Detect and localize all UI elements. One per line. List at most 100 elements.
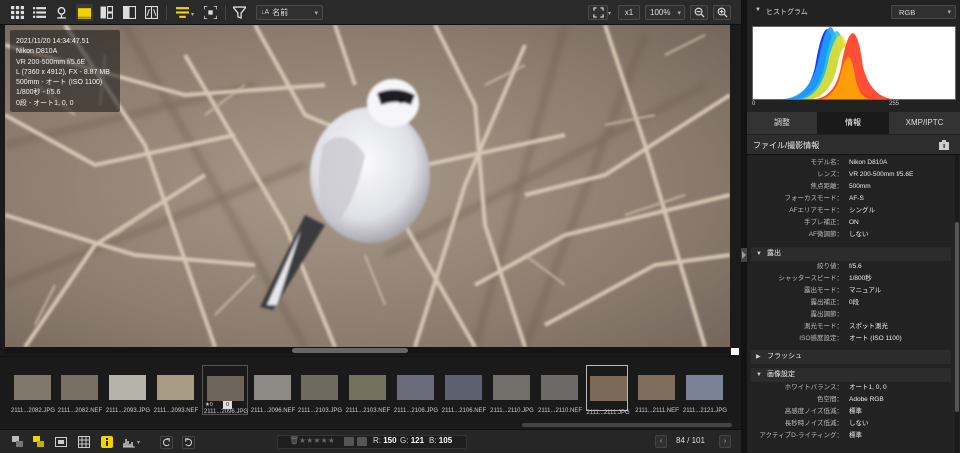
before-after-icon[interactable] xyxy=(143,4,160,21)
thumbnail-image xyxy=(541,375,578,400)
bottom-status-bar: ▾ 🗑 ★★★★★ R: 150 G: 121 B: 105 ‹ 84 / 10… xyxy=(0,429,741,453)
scroll-corner xyxy=(731,348,739,355)
tab-adjust[interactable]: 調整 xyxy=(747,112,818,134)
chevron-down-icon: ▾ xyxy=(947,9,951,16)
filmstrip-thumbnail[interactable]: 2111...2103.NEF xyxy=(345,368,391,420)
split-view-icon[interactable] xyxy=(121,4,138,21)
focus-point-icon[interactable] xyxy=(202,4,219,21)
collapse-triangle-icon[interactable]: ▼ xyxy=(755,7,761,13)
star-rating[interactable]: ★★★★★ xyxy=(299,436,335,445)
info-row-exposure-comp: 露出補正： 0段 xyxy=(751,297,947,309)
trash-icon[interactable]: 🗑 xyxy=(289,436,299,445)
info-value: 標準 xyxy=(849,408,862,415)
thumbnail-image xyxy=(590,376,627,401)
exposure-section-header[interactable]: ▼ 露出 xyxy=(751,247,951,261)
info-key: AFエリアモード： xyxy=(789,207,843,214)
thumbnail-label: 2111...2106.JPG xyxy=(393,408,439,414)
viewer-mode-icon[interactable] xyxy=(76,4,93,21)
zoom-level-select[interactable]: 100% ▾ xyxy=(645,5,685,20)
filmstrip-thumbnail[interactable]: 2111...2110.NEF xyxy=(537,368,583,420)
chevron-down-icon[interactable]: ▾ xyxy=(191,11,194,18)
chevron-right-icon: › xyxy=(723,438,727,445)
zoom-in-icon xyxy=(717,7,728,18)
chevron-down-icon[interactable]: ▾ xyxy=(608,10,611,17)
thumbnail-label: 2111...2093.NEF xyxy=(153,408,199,414)
flash-title: フラッシュ xyxy=(767,353,802,360)
filmstrip-thumbnail[interactable]: 2111...2106.JPG xyxy=(393,368,439,420)
histogram-axis-max: 255 xyxy=(889,101,900,107)
page-total: 101 xyxy=(691,436,705,445)
overlay-image-size: L (7360 x 4912), FX - 8.87 MB xyxy=(16,68,110,76)
filmstrip-scrollbar[interactable] xyxy=(522,423,732,427)
filmstrip-thumbnail-selected[interactable]: 2111...2111.JPG xyxy=(586,365,630,416)
zoom-out-button[interactable] xyxy=(690,5,708,20)
protect-box[interactable] xyxy=(357,437,367,446)
highlight-warning-icon[interactable] xyxy=(174,4,191,21)
next-image-button[interactable]: › xyxy=(719,435,731,448)
info-value: Adobe RGB xyxy=(849,396,884,403)
multi-window-icon[interactable] xyxy=(12,436,24,448)
label-filter-icon[interactable] xyxy=(33,436,45,448)
tab-xmp-iptc[interactable]: XMP/IPTC xyxy=(889,112,960,134)
tab-info[interactable]: 情報 xyxy=(818,112,889,134)
rotate-left-button[interactable] xyxy=(160,436,173,449)
thumbnail-label: 2111...2111.JPG xyxy=(586,410,630,416)
info-value: AF-S xyxy=(849,195,864,202)
info-key: レンズ： xyxy=(817,171,843,178)
info-value: オート (ISO 1100) xyxy=(849,335,902,342)
info-panel-scroll-thumb[interactable] xyxy=(955,222,959,412)
info-value: スポット測光 xyxy=(849,323,888,330)
info-key: フォーカスモード： xyxy=(784,195,844,202)
info-key: 焦点距離： xyxy=(810,183,844,190)
rgb-g-readout: G: 121 xyxy=(400,436,424,445)
info-value: f/5.6 xyxy=(849,263,862,270)
exposure-title: 露出 xyxy=(767,250,781,257)
rotate-right-button[interactable] xyxy=(182,436,195,449)
sort-select[interactable]: ↓A 名前 ▾ xyxy=(256,5,323,20)
filmstrip-thumbnail-current[interactable]: ★0 0 2111...2096.JPG xyxy=(202,365,248,415)
info-key: 露出モード： xyxy=(804,287,843,294)
zoom-in-button[interactable] xyxy=(713,5,731,20)
info-value: しない xyxy=(849,420,869,427)
fit-to-screen-button[interactable] xyxy=(588,5,608,20)
prev-image-button[interactable]: ‹ xyxy=(655,435,667,448)
info-key: AF微調節： xyxy=(808,231,843,238)
filmstrip-thumbnail[interactable]: 2111...2093.NEF xyxy=(153,368,199,420)
list-view-icon[interactable] xyxy=(31,4,48,21)
grid-view-icon[interactable] xyxy=(9,4,26,21)
filmstrip-thumbnail[interactable]: 2111...2110.JPG xyxy=(489,368,535,420)
filmstrip-thumbnail[interactable]: 2111...2106.NEF xyxy=(441,368,487,420)
chevron-down-icon[interactable]: ▾ xyxy=(137,439,140,446)
filmstrip-thumbnail[interactable]: 2111...2103.JPG xyxy=(297,368,343,420)
info-display-icon[interactable] xyxy=(55,436,67,448)
histogram-channel-select[interactable]: RGB ▾ xyxy=(891,5,956,19)
image-scroll-thumb[interactable] xyxy=(292,348,408,353)
histogram-axis-min: 0 xyxy=(752,101,756,107)
filmstrip-thumbnail[interactable]: 2111...2082.JPG xyxy=(10,368,56,420)
compare-view-icon[interactable] xyxy=(98,4,115,21)
info-row-white-balance: ホワイトバランス： オート1, 0, 0 xyxy=(751,382,947,394)
histogram-icon[interactable] xyxy=(123,436,135,448)
info-value: 500mm xyxy=(849,183,871,190)
flash-section-header[interactable]: ▶ フラッシュ xyxy=(751,350,951,364)
filmstrip-thumbnail[interactable]: 2111...2082.NEF xyxy=(57,368,103,420)
filter-icon[interactable] xyxy=(231,4,248,21)
info-row-metering: 測光モード： スポット測光 xyxy=(751,321,947,333)
camera-info-icon[interactable] xyxy=(939,140,949,150)
histogram-chart xyxy=(752,26,956,100)
triangle-right-icon xyxy=(742,251,746,259)
filmstrip-thumbnail[interactable]: 2111...2121.JPG xyxy=(682,368,728,420)
thumbnail-label: 2111...2121.JPG xyxy=(682,408,728,414)
thumbnail-label: 2111...2106.NEF xyxy=(441,408,487,414)
filmstrip-thumbnail[interactable]: 2111...2096.NEF xyxy=(250,368,296,420)
collapse-triangle-icon: ▼ xyxy=(756,372,762,378)
grid-overlay-icon[interactable] xyxy=(78,436,90,448)
filmstrip-thumbnail[interactable]: 2111...2111.NEF xyxy=(634,368,680,420)
filmstrip-thumbnail[interactable]: 2111...2093.JPG xyxy=(105,368,151,420)
image-settings-section-header[interactable]: ▼ 画像設定 xyxy=(751,368,951,382)
info-toggle-icon[interactable] xyxy=(101,436,113,448)
zoom-1x-button[interactable]: x1 xyxy=(618,5,640,20)
info-key: 手ブレ補正： xyxy=(804,219,843,226)
map-pin-icon[interactable] xyxy=(53,4,70,21)
label-color-box[interactable] xyxy=(344,437,354,446)
